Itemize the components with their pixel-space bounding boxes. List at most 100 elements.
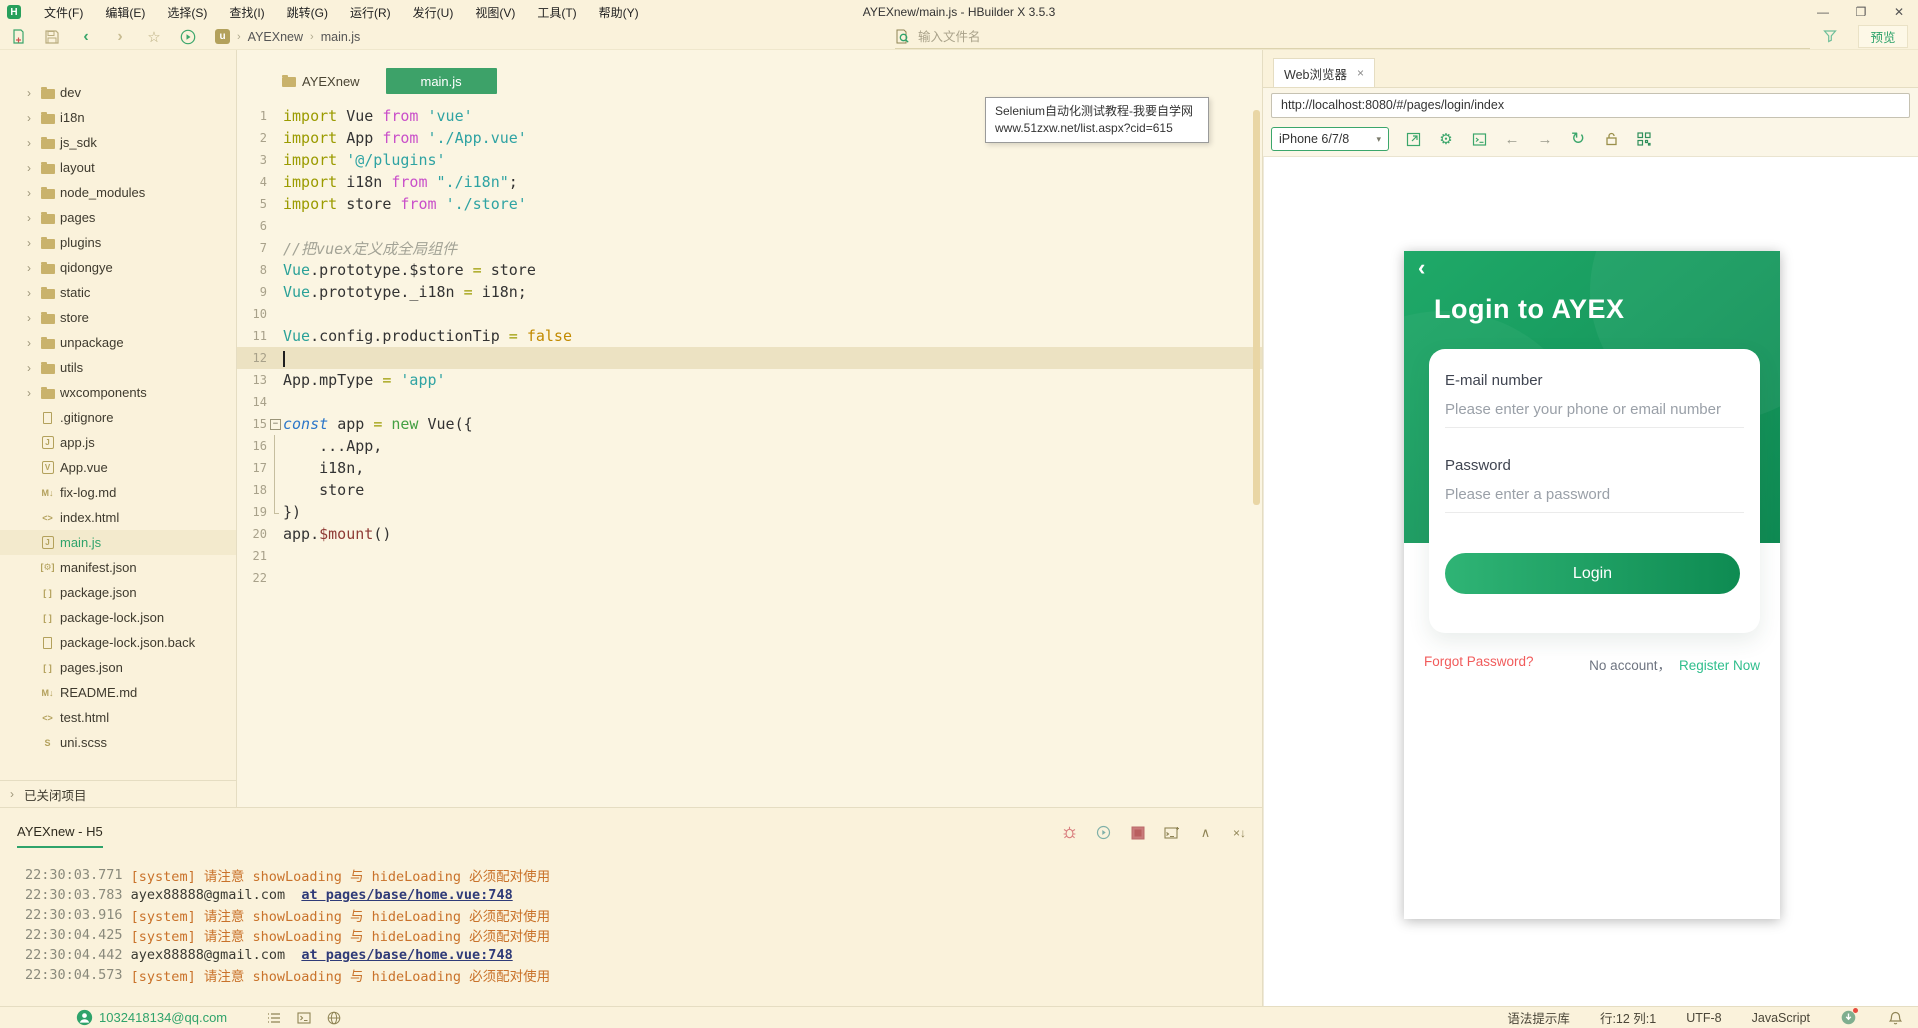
code-line-16[interactable]: 16 ...App, [237, 435, 1262, 457]
code-line-14[interactable]: 14 [237, 391, 1262, 413]
sidebar-file--gitignore[interactable]: ›.gitignore [0, 405, 236, 430]
sidebar-file-pages-json[interactable]: ›[ ]pages.json [0, 655, 236, 680]
lock-icon[interactable] [1602, 130, 1620, 148]
sidebar-file-manifest-json[interactable]: ›[⚙]manifest.json [0, 555, 236, 580]
code-line-10[interactable]: 10 [237, 303, 1262, 325]
sidebar-folder-layout[interactable]: › layout [0, 155, 236, 180]
filter-icon[interactable] [1822, 28, 1838, 44]
password-field[interactable] [1445, 486, 1744, 513]
breadcrumb-project[interactable]: AYEXnew [248, 30, 303, 44]
minimize-button[interactable]: — [1804, 0, 1842, 24]
menubar-item[interactable]: 运行(R) [341, 1, 400, 24]
menubar-item[interactable]: 编辑(E) [96, 1, 154, 24]
sidebar-file-package-json[interactable]: ›[ ]package.json [0, 580, 236, 605]
update-icon[interactable] [1840, 1008, 1858, 1026]
fold-marker[interactable] [267, 479, 283, 501]
menubar-item[interactable]: 工具(T) [528, 1, 585, 24]
sidebar-folder-js-sdk[interactable]: › js_sdk [0, 130, 236, 155]
code-line-17[interactable]: 17 i18n, [237, 457, 1262, 479]
open-external-icon[interactable] [1404, 130, 1422, 148]
outline-list-icon[interactable] [265, 1009, 282, 1026]
sidebar-file-app-js[interactable]: ›Japp.js [0, 430, 236, 455]
nav-forward-icon[interactable]: → [1536, 130, 1554, 148]
ad-popup[interactable]: Selenium自动化测试教程-我要自学网 www.51zxw.net/list… [985, 97, 1209, 143]
editor-scrollbar[interactable] [1253, 110, 1260, 505]
sidebar-folder-qidongye[interactable]: › qidongye [0, 255, 236, 280]
sidebar-folder-node-modules[interactable]: › node_modules [0, 180, 236, 205]
log-source-link[interactable]: at pages/base/home.vue:748 [301, 947, 512, 963]
code-line-18[interactable]: 18 store [237, 479, 1262, 501]
menubar-item[interactable]: 文件(F) [35, 1, 92, 24]
run-button[interactable] [179, 28, 197, 46]
code-line-7[interactable]: 7 //把vuex定义成全局组件 [237, 237, 1262, 259]
clear-console-icon[interactable]: ×↓ [1231, 824, 1248, 841]
menubar-item[interactable]: 查找(I) [220, 1, 273, 24]
code-line-3[interactable]: 3 import '@/plugins' [237, 149, 1262, 171]
code-line-22[interactable]: 22 [237, 567, 1262, 589]
sidebar-folder-store[interactable]: › store [0, 305, 236, 330]
tab-project-ayexnew[interactable]: AYEXnew [270, 68, 372, 94]
collapse-panel-icon[interactable]: ∧ [1197, 824, 1214, 841]
code-line-4[interactable]: 4 import i18n from "./i18n"; [237, 171, 1262, 193]
encoding-item[interactable]: UTF-8 [1686, 1011, 1721, 1025]
code-editor[interactable]: 1 import Vue from 'vue' 2 import App from '… [237, 94, 1262, 589]
sidebar-folder-pages[interactable]: › pages [0, 205, 236, 230]
sidebar-file-package-lock-json-back[interactable]: ›package-lock.json.back [0, 630, 236, 655]
email-field[interactable] [1445, 401, 1744, 428]
menubar-item[interactable]: 视图(V) [466, 1, 524, 24]
code-line-11[interactable]: 11 Vue.config.productionTip = false [237, 325, 1262, 347]
sidebar-file-uni-scss[interactable]: ›Suni.scss [0, 730, 236, 755]
code-line-20[interactable]: 20 app.$mount() [237, 523, 1262, 545]
save-button[interactable] [43, 28, 61, 46]
new-file-button[interactable] [9, 28, 27, 46]
bell-icon[interactable] [1887, 1009, 1904, 1026]
terminal-icon[interactable] [295, 1009, 312, 1026]
back-button[interactable]: ‹ [77, 28, 95, 46]
sidebar-file-package-lock-json[interactable]: ›[ ]package-lock.json [0, 605, 236, 630]
sidebar-file-test-html[interactable]: ›<>test.html [0, 705, 236, 730]
code-line-5[interactable]: 5 import store from './store' [237, 193, 1262, 215]
code-line-15[interactable]: 15 const app = new Vue({ [237, 413, 1262, 435]
code-line-9[interactable]: 9 Vue.prototype._i18n = i18n; [237, 281, 1262, 303]
new-terminal-icon[interactable] [1163, 824, 1180, 841]
fold-marker[interactable] [267, 435, 283, 457]
account-item[interactable]: 1032418134@qq.com [76, 1009, 227, 1026]
sidebar-file-main-js[interactable]: ›Jmain.js [0, 530, 236, 555]
close-button[interactable]: ✕ [1880, 0, 1918, 24]
code-line-8[interactable]: 8 Vue.prototype.$store = store [237, 259, 1262, 281]
cursor-position-item[interactable]: 行:12 列:1 [1600, 1008, 1656, 1027]
login-button[interactable]: Login [1445, 553, 1740, 594]
sidebar-folder-dev[interactable]: › dev [0, 80, 236, 105]
close-tab-icon[interactable]: × [1357, 66, 1364, 80]
code-line-13[interactable]: 13 App.mpType = 'app' [237, 369, 1262, 391]
sidebar-file-App-vue[interactable]: ›VApp.vue [0, 455, 236, 480]
refresh-icon[interactable]: ↻ [1569, 129, 1587, 148]
restore-button[interactable]: ❐ [1842, 0, 1880, 24]
code-line-19[interactable]: 19}) [237, 501, 1262, 523]
gear-icon[interactable]: ⚙ [1437, 130, 1455, 148]
register-now-link[interactable]: Register Now [1679, 658, 1760, 673]
sidebar-folder-static[interactable]: › static [0, 280, 236, 305]
menubar-item[interactable]: 选择(S) [158, 1, 216, 24]
debug-bug-icon[interactable] [1061, 824, 1078, 841]
code-line-12[interactable]: 12 [237, 347, 1262, 369]
sidebar-file-README-md[interactable]: ›M↓README.md [0, 680, 236, 705]
nav-back-icon[interactable]: ← [1503, 130, 1521, 148]
sidebar-folder-wxcomponents[interactable]: › wxcomponents [0, 380, 236, 405]
sidebar-file-index-html[interactable]: ›<>index.html [0, 505, 236, 530]
fold-marker[interactable] [267, 413, 283, 435]
preview-button[interactable]: 预览 [1858, 25, 1908, 48]
sidebar-folder-utils[interactable]: › utils [0, 355, 236, 380]
code-line-6[interactable]: 6 [237, 215, 1262, 237]
menubar-item[interactable]: 跳转(G) [278, 1, 337, 24]
menubar-item[interactable]: 发行(U) [404, 1, 463, 24]
tab-web-browser[interactable]: Web浏览器 × [1273, 58, 1375, 87]
sidebar-folder-plugins[interactable]: › plugins [0, 230, 236, 255]
sidebar-folder-unpackage[interactable]: › unpackage [0, 330, 236, 355]
tab-main-js[interactable]: main.js [385, 68, 497, 94]
sidebar-folder-i18n[interactable]: › i18n [0, 105, 236, 130]
file-search-input[interactable] [918, 29, 1810, 44]
log-source-link[interactable]: at pages/base/home.vue:748 [301, 887, 512, 903]
code-line-21[interactable]: 21 [237, 545, 1262, 567]
breadcrumb-file[interactable]: main.js [321, 30, 361, 44]
